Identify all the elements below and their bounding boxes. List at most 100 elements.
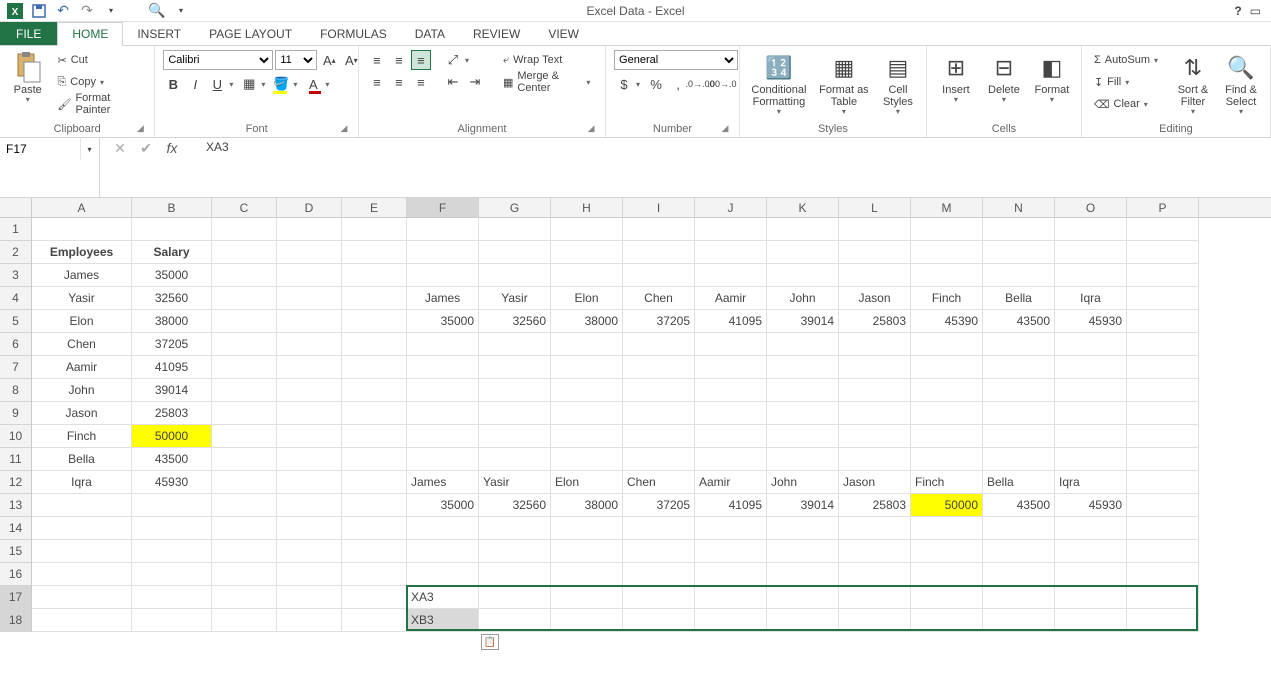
tab-file[interactable]: FILE [0,22,57,45]
cell-D17[interactable] [277,586,342,609]
find-select-button[interactable]: 🔍Find & Select▾ [1220,50,1262,117]
qat-dropdown2-icon[interactable]: ▾ [170,1,192,21]
align-center-button[interactable]: ≡ [389,72,409,92]
format-cells-button[interactable]: ◧Format▾ [1031,50,1073,105]
cell-O11[interactable] [1055,448,1127,471]
cell-F5[interactable]: 35000 [407,310,479,333]
cell-G4[interactable]: Yasir [479,287,551,310]
cell-P11[interactable] [1127,448,1199,471]
cell-G8[interactable] [479,379,551,402]
row-header-15[interactable]: 15 [0,540,31,563]
help-icon[interactable]: ? [1234,4,1241,18]
cell-H10[interactable] [551,425,623,448]
cell-O14[interactable] [1055,517,1127,540]
cell-E7[interactable] [342,356,407,379]
cell-A10[interactable]: Finch [32,425,132,448]
cell-J7[interactable] [695,356,767,379]
cell-O13[interactable]: 45930 [1055,494,1127,517]
cell-I2[interactable] [623,241,695,264]
row-header-16[interactable]: 16 [0,563,31,586]
cell-C9[interactable] [212,402,277,425]
save-icon[interactable] [28,1,50,21]
cell-F11[interactable] [407,448,479,471]
clear-button[interactable]: ⌫Clear▾ [1090,94,1166,114]
bold-button[interactable]: B [163,74,183,94]
wrap-text-button[interactable]: ⤶Wrap Text [499,50,597,70]
cell-G10[interactable] [479,425,551,448]
cell-F10[interactable] [407,425,479,448]
cell-J6[interactable] [695,333,767,356]
cell-N1[interactable] [983,218,1055,241]
cell-O10[interactable] [1055,425,1127,448]
cell-M1[interactable] [911,218,983,241]
col-header-D[interactable]: D [277,198,342,217]
cell-D6[interactable] [277,333,342,356]
cell-A15[interactable] [32,540,132,563]
cell-I15[interactable] [623,540,695,563]
cell-C16[interactable] [212,563,277,586]
cell-A11[interactable]: Bella [32,448,132,471]
cell-H6[interactable] [551,333,623,356]
row-header-14[interactable]: 14 [0,517,31,540]
paste-button[interactable]: Paste ▾ [8,50,47,105]
cell-E10[interactable] [342,425,407,448]
cell-O18[interactable] [1055,609,1127,632]
tab-data[interactable]: DATA [401,22,459,45]
cell-M18[interactable] [911,609,983,632]
cell-N4[interactable]: Bella [983,287,1055,310]
cell-L17[interactable] [839,586,911,609]
cell-H1[interactable] [551,218,623,241]
cell-F8[interactable] [407,379,479,402]
cell-M5[interactable]: 45390 [911,310,983,333]
format-as-table-button[interactable]: ▦Format as Table▾ [816,50,872,117]
col-header-G[interactable]: G [479,198,551,217]
cell-N12[interactable]: Bella [983,471,1055,494]
cell-C8[interactable] [212,379,277,402]
cell-P5[interactable] [1127,310,1199,333]
name-box-input[interactable] [0,138,80,160]
cell-H2[interactable] [551,241,623,264]
cell-E15[interactable] [342,540,407,563]
cell-P3[interactable] [1127,264,1199,287]
cell-O2[interactable] [1055,241,1127,264]
align-middle-button[interactable]: ≡ [389,50,409,70]
cell-P9[interactable] [1127,402,1199,425]
cell-K11[interactable] [767,448,839,471]
row-header-17[interactable]: 17 [0,586,31,609]
cell-L1[interactable] [839,218,911,241]
row-header-11[interactable]: 11 [0,448,31,471]
cell-M8[interactable] [911,379,983,402]
cell-L4[interactable]: Jason [839,287,911,310]
cell-M3[interactable] [911,264,983,287]
cell-J10[interactable] [695,425,767,448]
cell-B13[interactable] [132,494,212,517]
cell-K5[interactable]: 39014 [767,310,839,333]
cell-N13[interactable]: 43500 [983,494,1055,517]
cell-B7[interactable]: 41095 [132,356,212,379]
font-name-select[interactable]: Calibri [163,50,273,70]
cell-K3[interactable] [767,264,839,287]
cells-area[interactable]: EmployeesSalaryJames35000Yasir32560James… [32,218,1271,632]
number-launcher-icon[interactable]: ◢ [719,123,731,135]
cell-P12[interactable] [1127,471,1199,494]
cell-I8[interactable] [623,379,695,402]
cell-J14[interactable] [695,517,767,540]
cell-F6[interactable] [407,333,479,356]
cell-B6[interactable]: 37205 [132,333,212,356]
tab-formulas[interactable]: FORMULAS [306,22,401,45]
cell-J18[interactable] [695,609,767,632]
cell-J8[interactable] [695,379,767,402]
cell-O6[interactable] [1055,333,1127,356]
cell-H9[interactable] [551,402,623,425]
cell-A7[interactable]: Aamir [32,356,132,379]
cell-P15[interactable] [1127,540,1199,563]
cell-H14[interactable] [551,517,623,540]
cell-L7[interactable] [839,356,911,379]
tab-review[interactable]: REVIEW [459,22,534,45]
cell-I16[interactable] [623,563,695,586]
cell-P14[interactable] [1127,517,1199,540]
cell-G17[interactable] [479,586,551,609]
cell-G6[interactable] [479,333,551,356]
cell-J4[interactable]: Aamir [695,287,767,310]
format-painter-button[interactable]: 🖌Format Painter [53,94,146,114]
